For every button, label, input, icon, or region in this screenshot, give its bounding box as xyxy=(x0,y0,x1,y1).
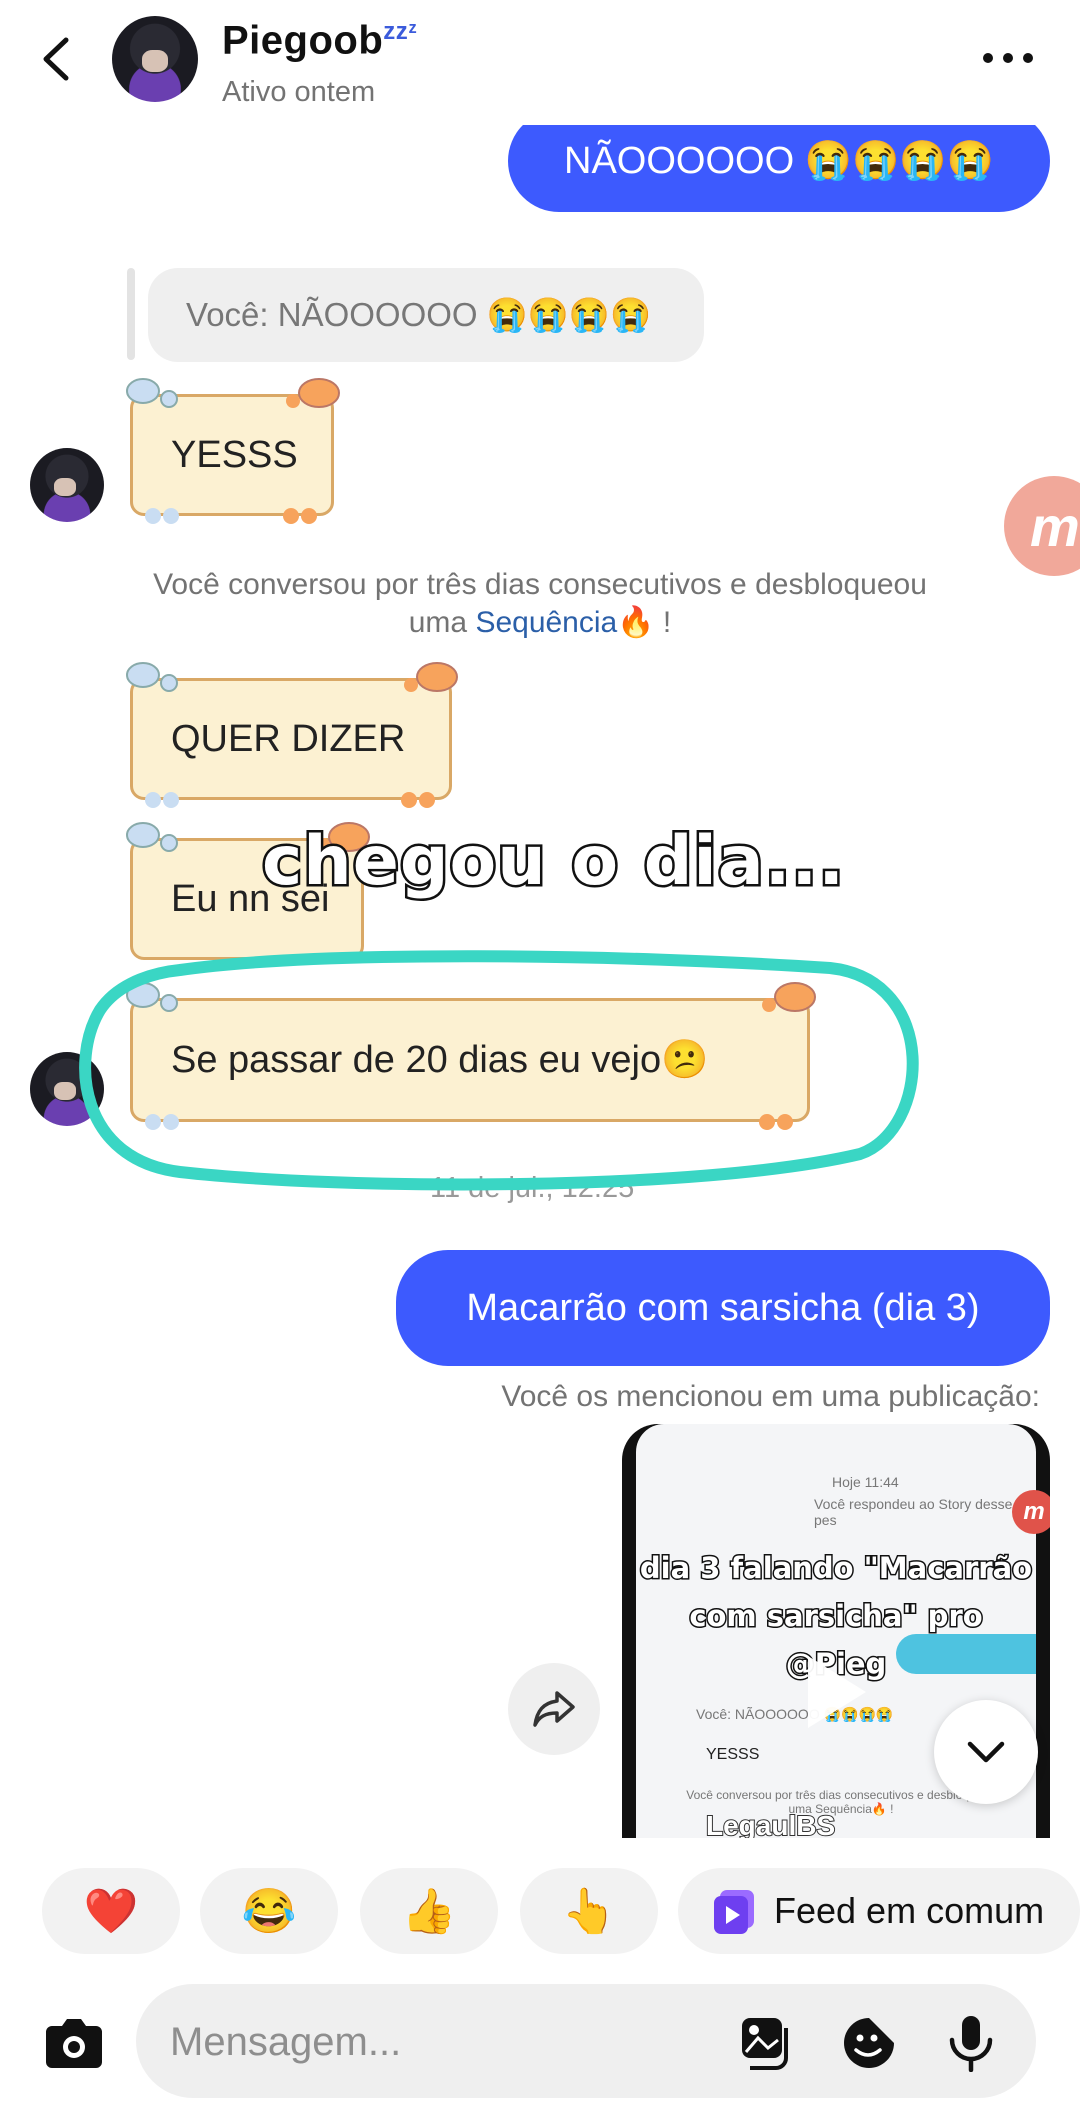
reaction-laughing[interactable]: 😂 xyxy=(200,1868,338,1954)
play-icon[interactable] xyxy=(808,1656,866,1728)
sticker-icon[interactable] xyxy=(840,2014,898,2072)
dog-sticker-icon xyxy=(126,378,178,408)
post-author: LegaulBS xyxy=(705,1809,836,1838)
dog-sticker-icon xyxy=(126,822,178,852)
cat-sticker-icon xyxy=(404,662,458,692)
contact-avatar-small[interactable] xyxy=(30,448,104,522)
received-message[interactable]: YESSS xyxy=(126,378,340,524)
floating-app-badge[interactable]: m xyxy=(1004,476,1080,576)
mention-note: Você os mencionou em uma publicação: xyxy=(501,1380,1040,1413)
chat-header: Piegoobzzᶻ Ativo ontem xyxy=(0,0,1080,125)
chevron-down-icon xyxy=(967,1741,1005,1763)
share-arrow-icon xyxy=(533,1691,575,1727)
reaction-heart[interactable]: ❤️ xyxy=(42,1868,180,1954)
back-arrow-icon[interactable] xyxy=(36,32,80,86)
camera-icon[interactable] xyxy=(38,2008,110,2080)
shared-feed-icon xyxy=(714,1890,754,1934)
quick-reactions-bar: ❤️ 😂 👍 👆 Feed em comum xyxy=(0,1862,1080,1962)
paw-icon xyxy=(145,792,179,808)
streak-link[interactable]: Sequência xyxy=(475,606,617,639)
system-streak-message: Você conversou por três dias consecutivo… xyxy=(153,568,927,639)
feed-em-comum-button[interactable]: Feed em comum xyxy=(678,1868,1080,1954)
gallery-icon[interactable] xyxy=(738,2014,796,2072)
reply-quote[interactable]: Você: NÃOOOOOO 😭😭😭😭 xyxy=(148,268,704,362)
sleep-badge: zzᶻ xyxy=(383,18,418,45)
contact-avatar[interactable] xyxy=(112,16,198,102)
contact-status: Ativo ontem xyxy=(222,76,376,108)
message-text: YESSS xyxy=(171,433,298,476)
sent-message[interactable]: NÃOOOOOO 😭😭😭😭 xyxy=(508,110,1050,212)
scroll-to-bottom-button[interactable] xyxy=(934,1700,1038,1804)
reaction-thumbs-up[interactable]: 👍 xyxy=(360,1868,498,1954)
cat-sticker-icon xyxy=(286,378,340,408)
microphone-icon[interactable] xyxy=(942,2014,1000,2072)
paw-icon xyxy=(283,508,317,524)
more-options-icon[interactable] xyxy=(980,46,1036,70)
dog-sticker-icon xyxy=(126,662,178,692)
received-message[interactable]: QUER DIZER xyxy=(126,662,458,808)
floating-app-badge: m xyxy=(1012,1490,1050,1534)
message-composer[interactable]: Mensagem... xyxy=(136,1984,1036,2098)
message-text: QUER DIZER xyxy=(171,717,406,760)
paw-icon xyxy=(401,792,435,808)
paw-icon xyxy=(145,508,179,524)
reply-bar xyxy=(127,268,135,360)
sent-message[interactable]: Macarrão com sarsicha (dia 3) xyxy=(396,1250,1050,1366)
message-input[interactable]: Mensagem... xyxy=(170,2020,401,2065)
reaction-point-up[interactable]: 👆 xyxy=(520,1868,658,1954)
video-overlay-title: chegou o dia... xyxy=(259,820,846,904)
highlight-circle-drawing xyxy=(79,950,919,1191)
contact-name[interactable]: Piegoobzzᶻ xyxy=(222,18,417,63)
share-button[interactable] xyxy=(508,1663,600,1755)
